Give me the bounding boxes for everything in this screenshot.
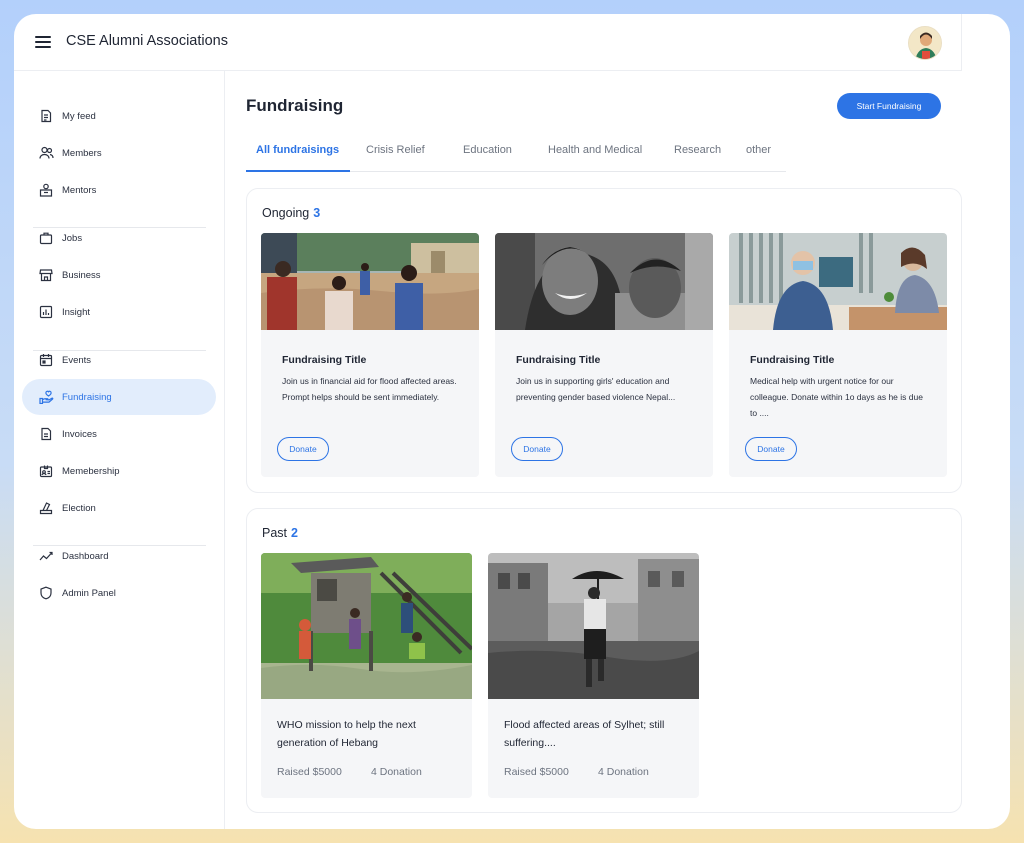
card-title: WHO mission to help the next generation … [277,719,416,749]
briefcase-icon [38,230,54,246]
past-fundraising-card[interactable]: Flood affected areas of Sylhet; still su… [488,553,699,798]
card-title: Fundraising Title [750,354,835,366]
section-label: Ongoing [262,206,310,220]
sidebar-item-mentors[interactable]: Mentors [22,172,216,208]
medical-consultation-photo [729,233,947,330]
section-label: Past [262,526,288,540]
sidebar-item-label: Admin Panel [62,587,116,599]
sidebar-item-fundraising[interactable]: Fundraising [22,379,216,415]
category-tabs: All fundraisings Crisis Relief Education… [246,136,786,172]
flooded-village-photo [261,553,472,699]
chart-icon [38,304,54,320]
donation-count: 4 Donation [371,766,422,778]
sidebar-item-label: Business [62,269,101,281]
hand-heart-icon [38,389,54,405]
sidebar-item-jobs[interactable]: Jobs [22,220,216,256]
sidebar-item-admin-panel[interactable]: Admin Panel [22,575,216,611]
mother-child-photo [495,233,713,330]
card-description: Join us in financial aid for flood affec… [282,376,457,402]
tab-all-fundraisings[interactable]: All fundraisings [256,144,339,156]
invoice-icon [38,426,54,442]
sidebar-item-insight[interactable]: Insight [22,294,216,330]
fundraising-card[interactable]: Fundraising Title Join us in supporting … [495,233,713,477]
sidebar-item-label: Fundraising [62,391,112,403]
sidebar-item-label: Memebership [62,465,120,477]
sidebar-item-label: My feed [62,110,96,122]
users-icon [38,145,54,161]
sidebar-item-members[interactable]: Members [22,135,216,171]
section-count: 3 [313,206,321,220]
fundraising-card[interactable]: Fundraising Title Medical help with urge… [729,233,947,477]
donate-button[interactable]: Donate [511,437,563,461]
section-title: Ongoing 3 [262,206,320,220]
section-title: Past 2 [262,526,298,540]
sidebar-item-business[interactable]: Business [22,257,216,293]
calendar-icon [38,352,54,368]
sidebar-item-label: Events [62,354,92,366]
active-tab-indicator [246,170,350,172]
ballot-icon [38,500,54,516]
donate-button[interactable]: Donate [277,437,329,461]
sidebar-item-invoices[interactable]: Invoices [22,416,216,452]
sidebar-item-label: Insight [62,306,90,318]
sidebar-item-election[interactable]: Election [22,490,216,526]
document-icon [38,108,54,124]
ongoing-section: Ongoing 3 Fundraising Title Join us in f… [246,188,962,493]
start-fundraising-button[interactable]: Start Fundraising [837,93,941,119]
id-card-icon [38,463,54,479]
sidebar-item-label: Jobs [62,232,83,244]
card-description: Join us in supporting girls' education a… [516,376,676,402]
sidebar-item-my-feed[interactable]: My feed [22,98,216,134]
sidebar-item-label: Invoices [62,428,97,440]
tab-other[interactable]: other [746,144,771,156]
card-title: Fundraising Title [282,354,367,366]
fundraising-card[interactable]: Fundraising Title Join us in financial a… [261,233,479,477]
donation-count: 4 Donation [598,766,649,778]
section-count: 2 [291,526,298,540]
raised-amount: Raised $5000 [504,766,569,778]
top-bar: CSE Alumni Associations [14,14,962,71]
flood-photo [261,233,479,330]
sidebar-item-label: Members [62,147,102,159]
sidebar-item-label: Dashboard [62,550,109,562]
tab-research[interactable]: Research [674,144,721,156]
mentor-icon [38,182,54,198]
donate-button[interactable]: Donate [745,437,797,461]
tab-health-and-medical[interactable]: Health and Medical [548,144,642,156]
app-window: CSE Alumni Associations My feed Members [14,14,1010,829]
shield-icon [38,585,54,601]
past-fundraising-card[interactable]: WHO mission to help the next generation … [261,553,472,798]
sidebar-item-dashboard[interactable]: Dashboard [22,538,216,574]
sidebar-item-membership[interactable]: Memebership [22,453,216,489]
store-icon [38,267,54,283]
user-avatar[interactable] [908,26,942,60]
tab-crisis-relief[interactable]: Crisis Relief [366,144,425,156]
past-section: Past 2 WHO mission to help the next gene… [246,508,962,813]
tab-education[interactable]: Education [463,144,512,156]
card-title: Flood affected areas of Sylhet; still su… [504,719,665,749]
flooded-street-photo [488,553,699,699]
sidebar-item-label: Mentors [62,184,97,196]
card-description: Medical help with urgent notice for our … [750,376,923,418]
trend-icon [38,548,54,564]
app-title: CSE Alumni Associations [66,33,228,49]
sidebar-item-label: Election [62,502,96,514]
card-title: Fundraising Title [516,354,601,366]
page-title: Fundraising [246,96,344,115]
raised-amount: Raised $5000 [277,766,342,778]
sidebar: My feed Members Mentors Jobs Business In… [14,71,225,829]
hamburger-menu-icon[interactable] [35,36,51,48]
sidebar-item-events[interactable]: Events [22,342,216,378]
